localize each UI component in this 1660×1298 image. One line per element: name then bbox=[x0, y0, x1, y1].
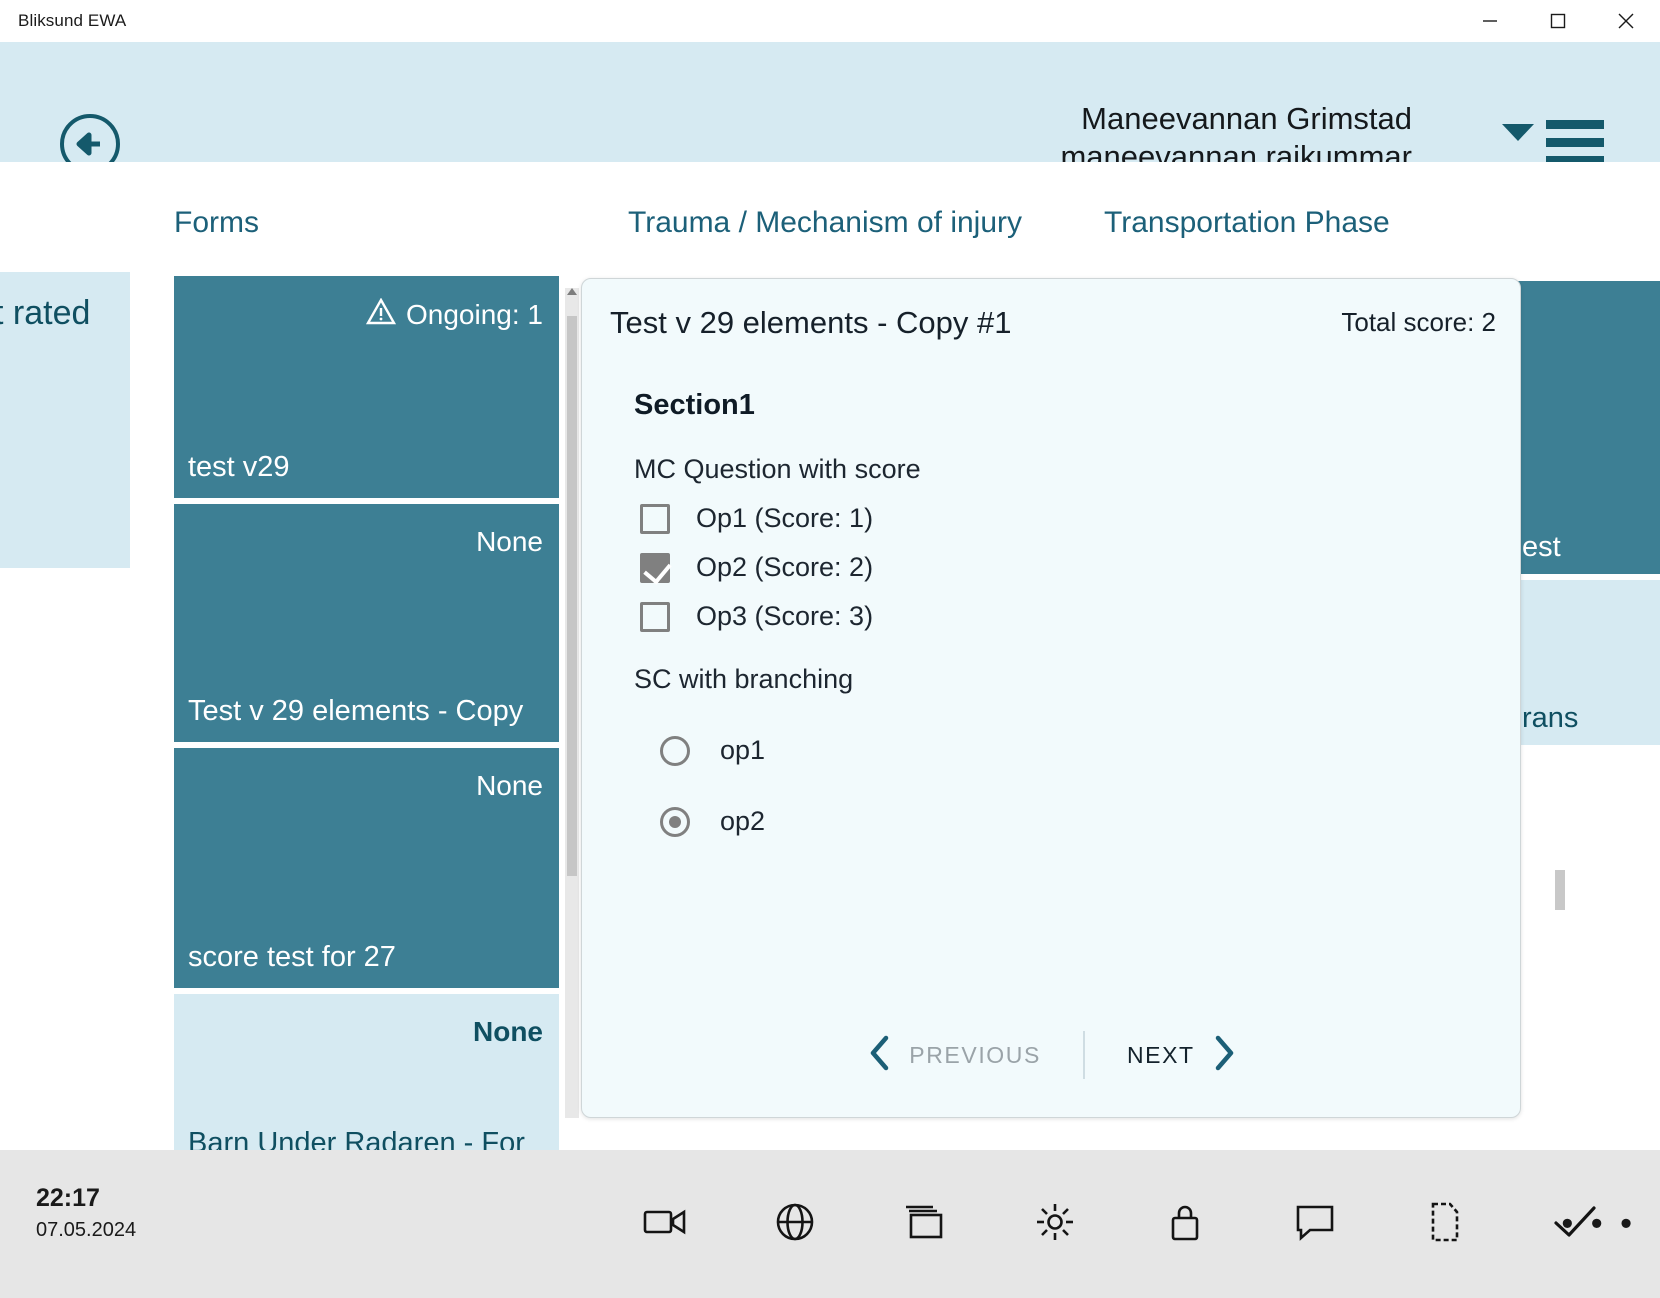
form-dialog: Test v 29 elements - Copy #1 Total score… bbox=[581, 278, 1521, 1118]
checkbox-option-op2[interactable]: Op2 (Score: 2) bbox=[640, 552, 1522, 583]
maximize-icon bbox=[1547, 10, 1569, 32]
dialog-title: Test v 29 elements - Copy #1 bbox=[610, 305, 1012, 340]
maximize-button[interactable] bbox=[1524, 0, 1592, 42]
user-full-name: Maneevannan Grimstad bbox=[1081, 101, 1412, 136]
chevron-down-icon[interactable] bbox=[1502, 124, 1534, 141]
card-title: test v29 bbox=[188, 451, 290, 483]
next-button[interactable]: NEXT bbox=[1127, 1034, 1237, 1077]
list-item[interactable]: None Barn Under Radaren - For bbox=[174, 994, 559, 1160]
lock-icon bbox=[1168, 1201, 1202, 1248]
app-window: Bliksund EWA Maneevannan Grimstad maneev… bbox=[0, 0, 1660, 1298]
card-title: score test for 27 bbox=[188, 941, 396, 973]
checkbox-option-label: Op3 (Score: 3) bbox=[696, 601, 874, 631]
window-title-bar: Bliksund EWA bbox=[0, 0, 1660, 42]
radio-option-op1[interactable]: op1 bbox=[660, 735, 1522, 766]
nav-divider bbox=[1082, 1031, 1085, 1079]
radio-button-icon[interactable] bbox=[660, 735, 690, 766]
checkbox-option-op3[interactable]: Op3 (Score: 3) bbox=[640, 601, 1522, 632]
section-title: Section1 bbox=[634, 389, 755, 421]
taskbar-overflow-button[interactable]: • • • bbox=[1561, 1205, 1636, 1244]
radio-option-label: op2 bbox=[720, 806, 766, 836]
gear-icon bbox=[1034, 1201, 1076, 1248]
window-controls bbox=[1456, 0, 1660, 42]
dialog-navigation: PREVIOUS NEXT bbox=[582, 1031, 1522, 1079]
card-status: None bbox=[476, 770, 543, 802]
list-item[interactable]: None Test v 29 elements - Copy bbox=[174, 504, 559, 742]
document-icon bbox=[1428, 1201, 1462, 1248]
taskbar-icon-tray bbox=[600, 1150, 1640, 1298]
card-status-text: None bbox=[473, 1016, 543, 1047]
form-list-scrollbar[interactable] bbox=[565, 288, 579, 1118]
document-button[interactable] bbox=[1380, 1150, 1510, 1298]
checkbox-icon[interactable] bbox=[640, 601, 670, 632]
window-title: Bliksund EWA bbox=[18, 11, 127, 30]
dialog-body: Section1 MC Question with score Op1 (Sco… bbox=[582, 375, 1522, 837]
tab-trauma-mechanism-of-injury[interactable]: Trauma / Mechanism of injury bbox=[628, 206, 1022, 240]
total-score-label: Total score: 2 bbox=[1341, 307, 1496, 337]
left-clipped-panel-text: t rated bbox=[0, 294, 91, 332]
chat-bubble-icon bbox=[1294, 1203, 1336, 1246]
chevron-left-icon bbox=[867, 1034, 893, 1077]
warning-icon bbox=[365, 297, 397, 332]
tab-bar: Forms Trauma / Mechanism of injury Trans… bbox=[0, 162, 1660, 274]
list-item[interactable]: Ongoing: 1 test v29 bbox=[174, 276, 559, 498]
minimize-icon bbox=[1479, 10, 1501, 32]
question-label-sc: SC with branching bbox=[634, 664, 854, 694]
checkbox-option-label: Op1 (Score: 1) bbox=[696, 503, 874, 533]
card-status: None bbox=[476, 526, 543, 558]
checkbox-option-op1[interactable]: Op1 (Score: 1) bbox=[640, 503, 1522, 534]
taskbar: 22:17 07.05.2024 • • • bbox=[0, 1150, 1660, 1298]
radio-option-label: op1 bbox=[720, 735, 766, 765]
right-panel-scrollbar-thumb[interactable] bbox=[1555, 870, 1565, 910]
checkbox-checked-icon[interactable] bbox=[640, 552, 670, 583]
card-title: Test v 29 elements - Copy bbox=[188, 695, 524, 727]
header-menu-area bbox=[1502, 114, 1604, 165]
globe-button[interactable] bbox=[730, 1150, 860, 1298]
radio-button-selected-icon[interactable] bbox=[660, 806, 690, 837]
question-label-mc: MC Question with score bbox=[634, 454, 921, 484]
card-status: Ongoing: 1 bbox=[365, 297, 543, 332]
clock-date: 07.05.2024 bbox=[36, 1219, 137, 1242]
card-status-text: None bbox=[476, 526, 543, 557]
minimize-button[interactable] bbox=[1456, 0, 1524, 42]
lock-button[interactable] bbox=[1120, 1150, 1250, 1298]
chevron-right-icon bbox=[1211, 1034, 1237, 1077]
checkbox-icon[interactable] bbox=[640, 503, 670, 534]
settings-button[interactable] bbox=[990, 1150, 1120, 1298]
task-view-icon bbox=[903, 1204, 947, 1245]
close-button[interactable] bbox=[1592, 0, 1660, 42]
list-item[interactable]: None score test for 27 bbox=[174, 748, 559, 988]
left-clipped-panel[interactable]: t rated bbox=[0, 272, 130, 568]
previous-button-label: PREVIOUS bbox=[909, 1041, 1041, 1068]
clock-time: 22:17 bbox=[36, 1184, 100, 1212]
tab-forms[interactable]: Forms bbox=[174, 206, 259, 240]
card-status: None bbox=[473, 1016, 543, 1048]
task-view-button[interactable] bbox=[860, 1150, 990, 1298]
close-icon bbox=[1615, 10, 1637, 32]
card-title: est bbox=[1522, 531, 1561, 563]
video-camera-button[interactable] bbox=[600, 1150, 730, 1298]
chat-button[interactable] bbox=[1250, 1150, 1380, 1298]
card-title: rans bbox=[1522, 702, 1579, 734]
scroll-up-arrow-icon[interactable] bbox=[567, 288, 577, 295]
previous-button[interactable]: PREVIOUS bbox=[867, 1034, 1041, 1077]
form-card-list: Ongoing: 1 test v29 None Test v 29 eleme… bbox=[174, 276, 562, 1160]
tab-transportation-phase[interactable]: Transportation Phase bbox=[1104, 206, 1390, 240]
globe-icon bbox=[775, 1202, 815, 1247]
scrollbar-thumb[interactable] bbox=[567, 316, 577, 876]
card-status-text: None bbox=[476, 770, 543, 801]
hamburger-menu-icon[interactable] bbox=[1546, 120, 1604, 165]
system-clock[interactable]: 22:17 07.05.2024 bbox=[36, 1180, 136, 1245]
app-header: Maneevannan Grimstad maneevannan.rajkumm… bbox=[0, 42, 1660, 174]
checkbox-option-label: Op2 (Score: 2) bbox=[696, 552, 874, 582]
video-camera-icon bbox=[643, 1205, 687, 1244]
radio-option-op2[interactable]: op2 bbox=[660, 806, 1522, 837]
next-button-label: NEXT bbox=[1126, 1041, 1195, 1068]
card-status-text: Ongoing: 1 bbox=[406, 299, 543, 330]
